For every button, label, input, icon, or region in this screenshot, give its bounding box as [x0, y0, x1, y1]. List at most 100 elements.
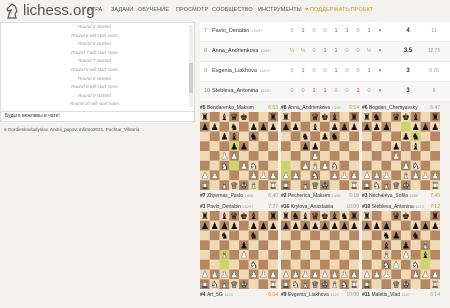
- white-knight-icon[interactable]: ♞: [210, 280, 219, 289]
- black-bishop-icon[interactable]: ♝: [382, 241, 390, 251]
- board-square[interactable]: [281, 151, 291, 161]
- white-pawn-icon[interactable]: ♟: [201, 172, 209, 182]
- black-rook-icon[interactable]: ♜: [282, 212, 290, 222]
- round-result[interactable]: 0: [354, 28, 362, 34]
- black-pawn-icon[interactable]: ♟: [240, 142, 248, 152]
- black-queen-icon[interactable]: ♛: [311, 212, 319, 222]
- white-pawn-icon[interactable]: ♟: [402, 251, 410, 261]
- black-pawn-icon[interactable]: ♟: [321, 222, 329, 232]
- board-square[interactable]: [239, 230, 249, 241]
- black-pawn-icon[interactable]: ♟: [373, 222, 381, 232]
- white-pawn-icon[interactable]: ♟: [431, 172, 439, 182]
- black-king-icon[interactable]: ♚: [402, 212, 410, 222]
- black-pawn-icon[interactable]: ♟: [201, 222, 209, 232]
- player-name[interactable]: Pecherica_Maksim: [288, 193, 332, 199]
- round-result[interactable]: 0: [354, 48, 362, 54]
- board-square[interactable]: [209, 259, 220, 270]
- chess-board[interactable]: ♜♛♚♝♜♟♟♝♟♟♟♞♟♞♟♟♟♟♝♟♞♟♟♞♟♟♟♜♝♛♚♜: [281, 112, 359, 190]
- player-name[interactable]: Bogdan_Chemyavsky: [369, 105, 418, 111]
- white-knight-icon[interactable]: ♞: [330, 162, 339, 172]
- black-rook-icon[interactable]: ♜: [363, 113, 371, 123]
- white-pawn-icon[interactable]: ♟: [350, 172, 358, 182]
- white-pawn-icon[interactable]: ♟: [350, 271, 358, 281]
- round-result[interactable]: ▾: [376, 28, 384, 34]
- round-result[interactable]: 1: [332, 68, 340, 74]
- board-square[interactable]: [290, 160, 301, 171]
- white-king-icon[interactable]: ♚: [240, 181, 248, 190]
- board-square[interactable]: [268, 250, 278, 260]
- black-king-icon[interactable]: ♚: [240, 113, 248, 123]
- black-pawn-icon[interactable]: ♟: [402, 241, 410, 251]
- white-knight-icon[interactable]: ♞: [411, 162, 420, 172]
- white-rook-icon[interactable]: ♜: [431, 181, 439, 190]
- player-name[interactable]: Stebleva_Antonina 1123?: [212, 88, 271, 94]
- black-bishop-icon[interactable]: ♝: [230, 133, 238, 143]
- black-king-icon[interactable]: ♚: [240, 212, 248, 222]
- board-square[interactable]: [290, 240, 301, 250]
- white-pawn-icon[interactable]: ♟: [220, 271, 228, 281]
- black-pawn-icon[interactable]: ♟: [350, 222, 358, 232]
- white-bishop-icon[interactable]: ♝: [382, 251, 390, 261]
- round-result[interactable]: 0: [310, 48, 318, 54]
- black-pawn-icon[interactable]: ♟: [259, 123, 267, 133]
- round-result[interactable]: 1: [299, 28, 307, 34]
- white-pawn-icon[interactable]: ♟: [249, 271, 258, 281]
- board-square[interactable]: [371, 240, 382, 250]
- board-square[interactable]: [209, 151, 220, 161]
- board-square[interactable]: [229, 259, 239, 270]
- board-square[interactable]: [401, 151, 411, 161]
- white-queen-icon[interactable]: ♛: [230, 280, 238, 289]
- black-bishop-icon[interactable]: ♝: [412, 113, 420, 123]
- player-name[interactable]: Pavlo_Deriabin 1329?: [212, 28, 262, 34]
- black-pawn-icon[interactable]: ♟: [382, 123, 390, 133]
- black-rook-icon[interactable]: ♜: [350, 212, 358, 222]
- black-pawn-icon[interactable]: ♟: [220, 222, 228, 232]
- white-pawn-icon[interactable]: ♟: [282, 172, 290, 182]
- black-pawn-icon[interactable]: ♟: [331, 222, 339, 232]
- black-pawn-icon[interactable]: ♟: [250, 123, 258, 133]
- white-queen-icon[interactable]: ♛: [392, 280, 400, 289]
- board-square[interactable]: [329, 259, 340, 270]
- white-king-icon[interactable]: ♚: [321, 181, 329, 190]
- white-rook-icon[interactable]: ♜: [363, 181, 371, 190]
- black-pawn-icon[interactable]: ♟: [363, 123, 371, 133]
- white-knight-icon[interactable]: ♞: [411, 261, 420, 271]
- white-pawn-icon[interactable]: ♟: [363, 271, 371, 281]
- white-knight-icon[interactable]: ♞: [340, 280, 348, 289]
- black-knight-icon[interactable]: ♞: [373, 113, 381, 123]
- white-pawn-icon[interactable]: ♟: [382, 271, 390, 281]
- white-bishop-icon[interactable]: ♝: [220, 251, 228, 261]
- board-square[interactable]: [229, 250, 239, 260]
- chess-board[interactable]: ♜♝♛♚♝♜♟♟♟♟♟♟♟♞♞♟♝♟♞♟♟♟♟♟♟♟♜♞♝♛♚♜: [200, 211, 278, 289]
- white-rook-icon[interactable]: ♜: [282, 181, 290, 190]
- black-pawn-icon[interactable]: ♟: [230, 142, 238, 152]
- board-square[interactable]: [320, 240, 330, 250]
- white-pawn-icon[interactable]: ♟: [392, 152, 400, 162]
- standings-row[interactable]: 7 Pavlo_Deriabin 1329? 0 1 0 0 1 1 0 1 ▾ 4 11: [200, 22, 450, 42]
- round-result[interactable]: 0: [343, 88, 351, 94]
- black-king-icon[interactable]: ♚: [321, 212, 329, 222]
- black-pawn-icon[interactable]: ♟: [292, 222, 300, 232]
- nav-play[interactable]: ИГРА: [88, 7, 102, 13]
- board-square[interactable]: [290, 250, 301, 260]
- white-pawn-icon[interactable]: ♟: [210, 172, 219, 182]
- black-bishop-icon[interactable]: ♝: [331, 113, 339, 123]
- white-pawn-icon[interactable]: ♟: [330, 271, 339, 281]
- white-rook-icon[interactable]: ♜: [201, 181, 209, 190]
- board-square[interactable]: [430, 141, 440, 151]
- board-square[interactable]: [248, 112, 259, 122]
- white-rook-icon[interactable]: ♜: [350, 280, 358, 289]
- black-pawn-icon[interactable]: ♟: [282, 222, 290, 232]
- white-pawn-icon[interactable]: ♟: [269, 172, 277, 182]
- player-name[interactable]: Zhyernas_Pavlo: [207, 193, 245, 199]
- black-pawn-icon[interactable]: ♟: [402, 133, 410, 143]
- board-square[interactable]: [391, 131, 401, 142]
- white-pawn-icon[interactable]: ♟: [402, 162, 410, 172]
- board-square[interactable]: [229, 240, 239, 250]
- round-result[interactable]: 1: [321, 88, 329, 94]
- white-bishop-icon[interactable]: ♝: [220, 280, 228, 289]
- board-square[interactable]: [310, 259, 320, 270]
- board-square[interactable]: [200, 160, 210, 171]
- round-result[interactable]: 1: [332, 28, 340, 34]
- black-knight-icon[interactable]: ♞: [250, 232, 258, 242]
